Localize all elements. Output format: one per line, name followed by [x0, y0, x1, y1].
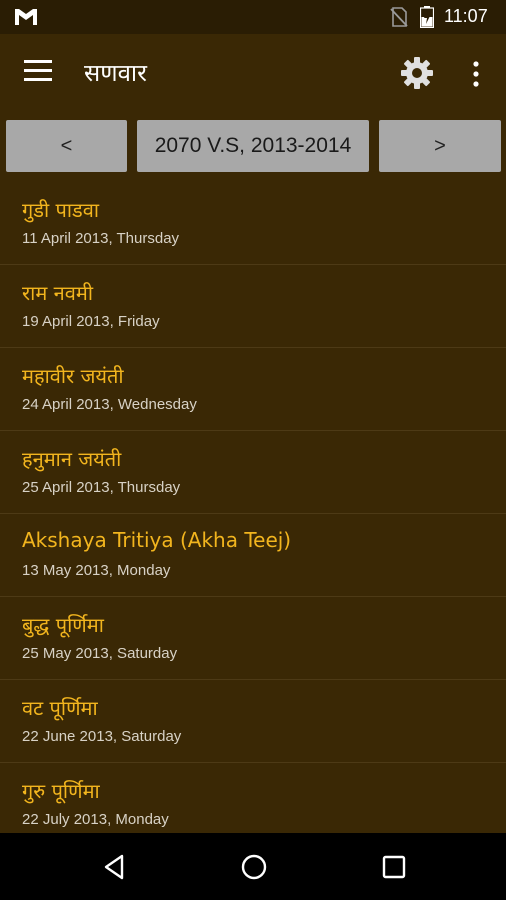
list-item[interactable]: Akshaya Tritiya (Akha Teej) 13 May 2013,…	[0, 514, 506, 597]
battery-charging-icon	[420, 6, 434, 28]
festival-date: 19 April 2013, Friday	[22, 313, 160, 330]
clock-time: 11:07	[444, 6, 488, 26]
back-icon[interactable]	[100, 853, 128, 881]
festival-name: वट पूर्णिमा	[22, 696, 98, 720]
overflow-menu-icon[interactable]	[466, 58, 486, 90]
app-bar: सणवार	[0, 34, 506, 114]
festival-name: गुरु पूर्णिमा	[22, 779, 100, 803]
festival-date: 22 July 2013, Monday	[22, 811, 169, 828]
festival-name: राम नवमी	[22, 281, 94, 305]
previous-year-button[interactable]: <	[6, 120, 127, 172]
festival-date: 13 May 2013, Monday	[22, 562, 171, 579]
list-item[interactable]: राम नवमी 19 April 2013, Friday	[0, 265, 506, 348]
list-item[interactable]: गुडी पाडवा 11 April 2013, Thursday	[0, 182, 506, 265]
next-year-button[interactable]: >	[379, 120, 501, 172]
year-navigation: < 2070 V.S, 2013-2014 >	[0, 120, 506, 174]
list-item[interactable]: हनुमान जयंती 25 April 2013, Thursday	[0, 431, 506, 514]
festival-date: 25 April 2013, Thursday	[22, 479, 181, 496]
festival-date: 25 May 2013, Saturday	[22, 645, 178, 662]
home-icon[interactable]	[240, 853, 268, 881]
list-item[interactable]: महावीर जयंती 24 April 2013, Wednesday	[0, 348, 506, 431]
list-item[interactable]: बुद्ध पूर्णिमा 25 May 2013, Saturday	[0, 597, 506, 680]
festival-name: Akshaya Tritiya (Akha Teej)	[22, 528, 292, 552]
page-title: सणवार	[84, 59, 147, 87]
festival-name: गुडी पाडवा	[22, 198, 100, 222]
year-selector-button[interactable]: 2070 V.S, 2013-2014	[137, 120, 369, 172]
no-sim-icon	[390, 7, 408, 27]
gear-icon[interactable]	[398, 54, 436, 92]
recents-icon[interactable]	[381, 854, 407, 880]
festival-date: 24 April 2013, Wednesday	[22, 396, 197, 413]
list-item[interactable]: गुरु पूर्णिमा 22 July 2013, Monday	[0, 763, 506, 832]
festival-list[interactable]: गुडी पाडवा 11 April 2013, Thursday राम न…	[0, 182, 506, 832]
festival-name: हनुमान जयंती	[22, 447, 122, 471]
festival-name: महावीर जयंती	[22, 364, 124, 388]
list-item[interactable]: वट पूर्णिमा 22 June 2013, Saturday	[0, 680, 506, 763]
festival-date: 22 June 2013, Saturday	[22, 728, 182, 745]
festival-name: बुद्ध पूर्णिमा	[22, 613, 104, 637]
system-navigation-bar	[0, 833, 506, 900]
menu-icon[interactable]	[24, 60, 56, 88]
gmail-icon	[15, 9, 37, 25]
festival-date: 11 April 2013, Thursday	[22, 230, 180, 247]
status-bar: 11:07	[0, 0, 506, 34]
